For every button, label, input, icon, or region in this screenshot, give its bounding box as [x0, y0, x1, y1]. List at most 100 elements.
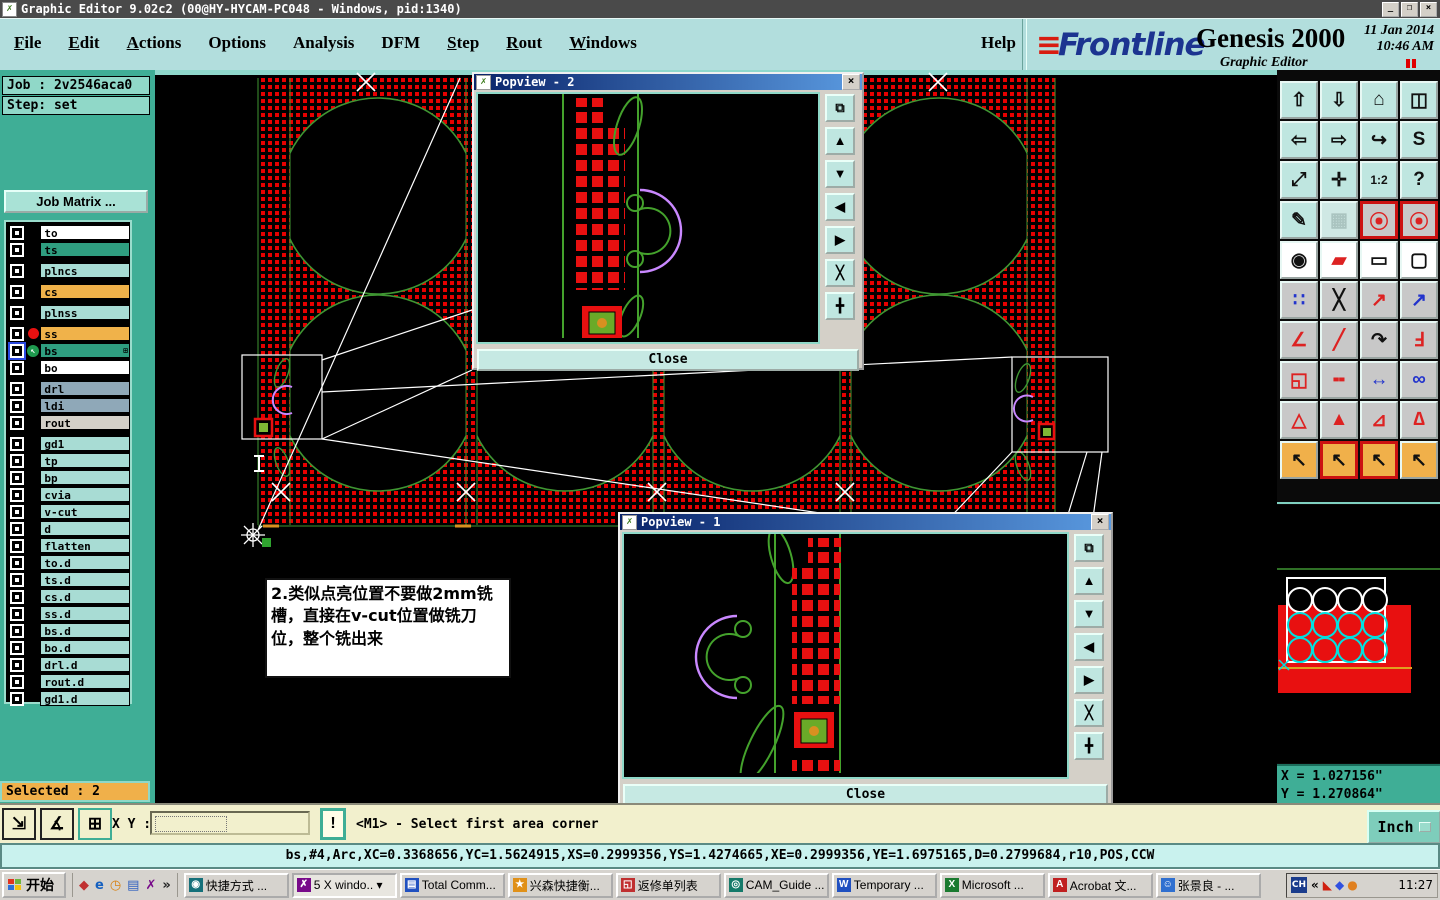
task-button-6[interactable]: ◎ CAM_Guide ... — [723, 872, 829, 898]
task-button-2[interactable]: ✗ 5 X windo.. ▾ — [291, 872, 397, 898]
toolbar-button-31[interactable]: ↔ — [1360, 361, 1398, 399]
layer-checkbox[interactable] — [10, 326, 24, 341]
layer-checkbox[interactable] — [10, 305, 24, 320]
close-icon[interactable]: × — [1091, 514, 1109, 530]
layer-checkbox[interactable] — [10, 674, 24, 689]
menu-windows[interactable]: Windows — [569, 33, 637, 53]
layer-name[interactable]: bo — [40, 360, 130, 375]
toolbar-button-12[interactable]: ? — [1400, 161, 1438, 199]
toolbar-button-33[interactable]: △ — [1280, 401, 1318, 439]
menu-step[interactable]: Step — [447, 33, 479, 53]
layer-checkbox[interactable] — [10, 263, 24, 278]
toolbar-button-30[interactable]: ╍ — [1320, 361, 1358, 399]
layer-row-d[interactable]: d — [6, 520, 130, 537]
layer-checkbox[interactable] — [10, 242, 24, 257]
measure-tool-icon[interactable]: ⇲ — [2, 808, 36, 840]
layer-row-cvia[interactable]: cvia — [6, 486, 130, 503]
popview-1-canvas[interactable] — [622, 527, 1069, 784]
layer-name[interactable]: gd1.d — [40, 691, 130, 706]
xy-input[interactable] — [150, 811, 310, 835]
tray-collapse-icon[interactable]: « — [1311, 878, 1319, 892]
grid-tool-icon[interactable]: ⊞ — [78, 808, 112, 840]
popview-pan-zoom-button-5[interactable]: ▶ — [1074, 666, 1104, 694]
layer-row-tp[interactable]: tp — [6, 452, 130, 469]
layer-name[interactable]: ldi — [40, 398, 130, 413]
tray-icon-3[interactable]: ● — [1347, 878, 1357, 892]
popview-pan-zoom-button-7[interactable]: ╋ — [825, 292, 855, 320]
menu-actions[interactable]: Actions — [127, 33, 182, 53]
layer-name[interactable]: cs.d — [40, 589, 130, 604]
quick-launch-icon-5[interactable]: ✗ — [145, 878, 156, 893]
layer-row-plncs[interactable]: plncs — [6, 262, 130, 279]
popview-2-titlebar[interactable]: ✗ Popview - 2 × — [474, 74, 862, 90]
toolbar-button-5[interactable]: ⇦ — [1280, 121, 1318, 159]
popview-pan-zoom-button-5[interactable]: ▶ — [825, 226, 855, 254]
layer-row-rout.d[interactable]: rout.d — [6, 673, 130, 690]
layer-name[interactable]: cvia — [40, 487, 130, 502]
layer-row-gd1[interactable]: gd1 — [6, 435, 130, 452]
layer-name[interactable]: ss — [40, 326, 130, 341]
toolbar-button-19[interactable]: ▭ — [1360, 241, 1398, 279]
popview-1-titlebar[interactable]: ✗ Popview - 1 × — [620, 514, 1111, 530]
toolbar-button-8[interactable]: S — [1400, 121, 1438, 159]
start-button[interactable]: 开始 — [2, 872, 66, 898]
layer-row-ss[interactable]: ss — [6, 325, 130, 342]
toolbar-button-23[interactable]: ↗ — [1360, 281, 1398, 319]
menu-rout[interactable]: Rout — [506, 33, 542, 53]
layer-name[interactable]: ss.d — [40, 606, 130, 621]
task-button-3[interactable]: ▤ Total Comm... — [399, 872, 505, 898]
task-button-8[interactable]: X Microsoft ... — [939, 872, 1045, 898]
restore-button[interactable]: ❐ — [1401, 1, 1418, 17]
layer-checkbox[interactable] — [10, 381, 24, 396]
toolbar-button-40[interactable]: ↖ — [1400, 441, 1438, 479]
toolbar-button-29[interactable]: ◱ — [1280, 361, 1318, 399]
toolbar-button-20[interactable]: ▢ — [1400, 241, 1438, 279]
layer-row-bo.d[interactable]: bo.d — [6, 639, 130, 656]
layer-name[interactable]: bo.d — [40, 640, 130, 655]
toolbar-button-27[interactable]: ↷ — [1360, 321, 1398, 359]
toolbar-button-1[interactable]: ⇧ — [1280, 81, 1318, 119]
toolbar-button-6[interactable]: ⇨ — [1320, 121, 1358, 159]
layer-row-cs[interactable]: cs — [6, 283, 130, 300]
layer-checkbox[interactable] — [10, 606, 24, 621]
layer-row-bp[interactable]: bp — [6, 469, 130, 486]
layer-name[interactable]: plncs — [40, 263, 130, 278]
toolbar-button-25[interactable]: ∠ — [1280, 321, 1318, 359]
toolbar-button-17[interactable]: ◉ — [1280, 241, 1318, 279]
tray-icon-1[interactable]: ◣ — [1323, 878, 1332, 892]
ime-indicator[interactable]: CH — [1291, 877, 1307, 893]
toolbar-button-10[interactable]: ✛ — [1320, 161, 1358, 199]
layer-name[interactable]: bp — [40, 470, 130, 485]
popview-pan-zoom-button-3[interactable]: ▼ — [825, 160, 855, 188]
layer-checkbox[interactable] — [10, 415, 24, 430]
task-button-1[interactable]: ◉ 快捷方式 ... — [183, 872, 289, 898]
toolbar-button-15[interactable]: ⦿ — [1360, 201, 1398, 239]
toolbar-button-32[interactable]: ∞ — [1400, 361, 1438, 399]
layer-checkbox[interactable] — [10, 572, 24, 587]
popview-pan-zoom-button-6[interactable]: ╳ — [1074, 699, 1104, 727]
layer-row-bs[interactable]: ↖ bs ⊞ — [6, 342, 130, 359]
layer-checkbox[interactable] — [10, 398, 24, 413]
task-button-9[interactable]: A Acrobat 文... — [1047, 872, 1153, 898]
layer-checkbox[interactable] — [10, 623, 24, 638]
layer-name[interactable]: bs ⊞ — [40, 343, 130, 358]
layer-name[interactable]: cs — [40, 284, 130, 299]
toolbar-button-14[interactable]: ▦ — [1320, 201, 1358, 239]
task-button-10[interactable]: ☺ 张景良 - ... — [1155, 872, 1261, 898]
task-button-7[interactable]: W Temporary ... — [831, 872, 937, 898]
layer-checkbox[interactable] — [10, 504, 24, 519]
layer-row-to[interactable]: to — [6, 224, 130, 241]
popview-pan-zoom-button-1[interactable]: ⧉ — [825, 94, 855, 122]
toolbar-button-34[interactable]: ▲ — [1320, 401, 1358, 439]
popview-pan-zoom-button-2[interactable]: ▲ — [1074, 567, 1104, 595]
layer-name[interactable]: rout — [40, 415, 130, 430]
toolbar-button-26[interactable]: ╱ — [1320, 321, 1358, 359]
overview-minimap[interactable] — [1277, 505, 1440, 763]
popview-pan-zoom-button-4[interactable]: ◀ — [1074, 633, 1104, 661]
layer-checkbox[interactable] — [10, 225, 24, 240]
popview-pan-zoom-button-7[interactable]: ╋ — [1074, 732, 1104, 760]
menu-dfm[interactable]: DFM — [381, 33, 420, 53]
layer-name[interactable]: tp — [40, 453, 130, 468]
quick-launch-icon-1[interactable]: ◆ — [79, 878, 89, 893]
layer-name[interactable]: bs.d — [40, 623, 130, 638]
